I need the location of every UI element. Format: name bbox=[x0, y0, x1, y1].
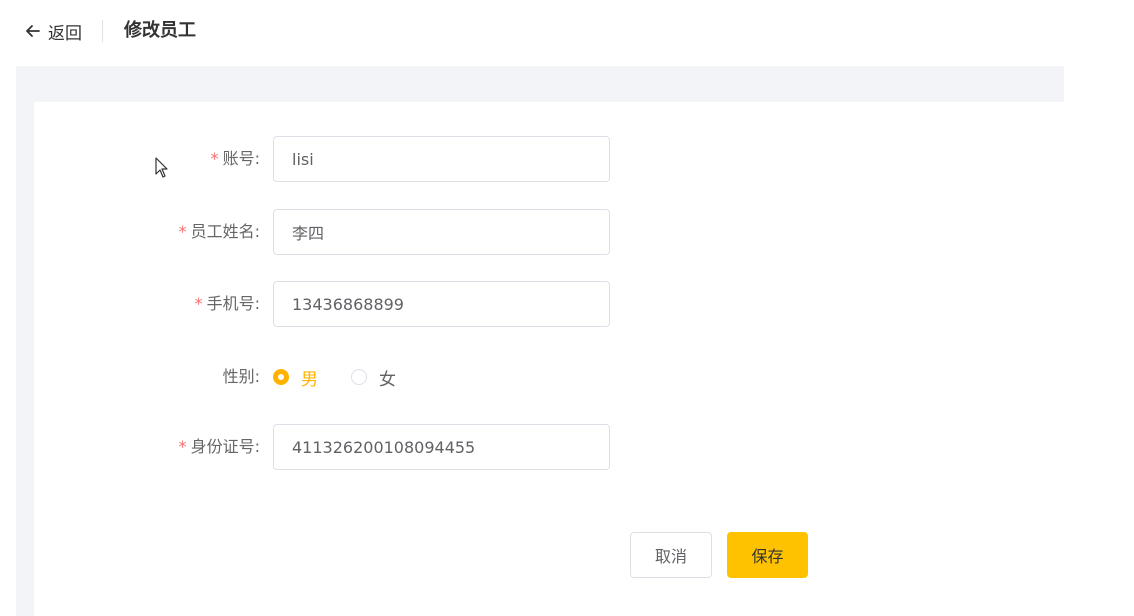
back-label: 返回 bbox=[48, 23, 82, 44]
required-mark: * bbox=[210, 149, 219, 168]
page-header: 返回 修改员工 bbox=[0, 0, 1134, 64]
save-button[interactable]: 保存 bbox=[727, 532, 808, 578]
back-button[interactable]: 返回 bbox=[24, 18, 82, 44]
radio-checked-icon bbox=[273, 369, 289, 385]
arrow-left-icon bbox=[26, 25, 40, 37]
required-mark: * bbox=[178, 437, 187, 456]
mouse-cursor-icon bbox=[155, 157, 168, 178]
phone-input[interactable] bbox=[273, 281, 610, 327]
header-divider bbox=[102, 20, 103, 42]
gender-label: 性别: bbox=[222, 367, 260, 386]
cancel-button[interactable]: 取消 bbox=[630, 532, 712, 578]
gender-radio-female[interactable]: 女 bbox=[351, 354, 396, 400]
page-title: 修改员工 bbox=[124, 20, 196, 41]
account-label: * 账号: bbox=[210, 149, 260, 168]
form-row-name: * 员工姓名: bbox=[0, 209, 700, 255]
required-mark: * bbox=[194, 294, 203, 313]
account-input[interactable] bbox=[273, 136, 610, 182]
gender-option-label: 男 bbox=[301, 369, 318, 390]
name-label: * 员工姓名: bbox=[178, 222, 260, 241]
phone-label: * 手机号: bbox=[194, 294, 260, 313]
radio-unchecked-icon bbox=[351, 369, 367, 385]
form-row-gender: 性别: 男 女 bbox=[0, 354, 700, 400]
id-number-input[interactable] bbox=[273, 424, 610, 470]
form-row-account: * 账号: bbox=[0, 136, 700, 182]
form-row-phone: * 手机号: bbox=[0, 281, 700, 327]
gender-option-label: 女 bbox=[379, 369, 396, 390]
required-mark: * bbox=[178, 222, 187, 241]
name-input[interactable] bbox=[273, 209, 610, 255]
form-row-id-number: * 身份证号: bbox=[0, 424, 700, 470]
id-number-label: * 身份证号: bbox=[178, 437, 260, 456]
gender-radio-male[interactable]: 男 bbox=[273, 354, 318, 400]
